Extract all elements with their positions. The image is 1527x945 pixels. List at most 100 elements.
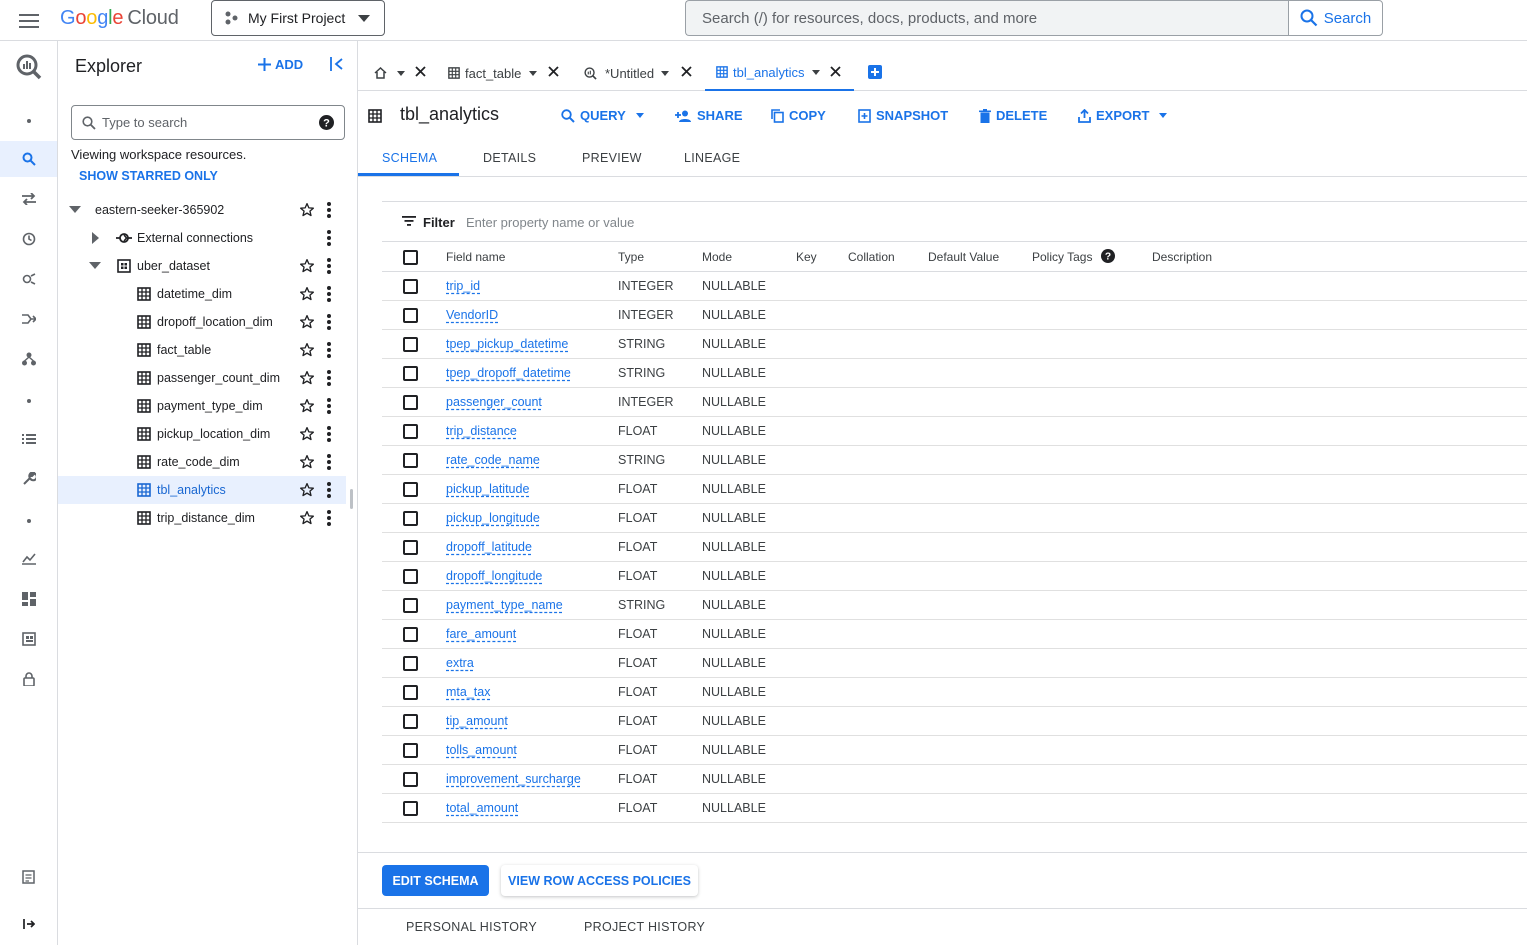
more-options-icon[interactable] [326, 201, 332, 219]
rail-capacity-icon[interactable] [0, 621, 57, 657]
view-row-access-policies-button[interactable]: VIEW ROW ACCESS POLICIES [501, 865, 698, 896]
row-checkbox[interactable] [403, 685, 418, 700]
tab-personal-history[interactable]: PERSONAL HISTORY [406, 920, 537, 934]
rail-dashboard-icon[interactable] [0, 581, 57, 617]
new-tab-icon[interactable] [868, 65, 882, 79]
show-starred-only-button[interactable]: SHOW STARRED ONLY [79, 169, 218, 183]
tree-table-item[interactable]: fact_table [58, 336, 346, 364]
more-options-icon[interactable] [326, 229, 332, 247]
query-button[interactable]: QUERY [561, 108, 644, 123]
col-type[interactable]: Type [618, 250, 644, 264]
more-options-icon[interactable] [326, 509, 332, 527]
tab-details[interactable]: DETAILS [483, 151, 536, 165]
tree-table-item[interactable]: pickup_location_dim [58, 420, 346, 448]
star-icon[interactable] [299, 370, 315, 386]
more-options-icon[interactable] [326, 481, 332, 499]
star-icon[interactable] [299, 342, 315, 358]
field-name-link[interactable]: pickup_longitude [446, 511, 540, 525]
tree-table-item[interactable]: payment_type_dim [58, 392, 346, 420]
row-checkbox[interactable] [403, 801, 418, 816]
rail-analytics-hub-icon[interactable] [0, 261, 57, 297]
more-options-icon[interactable] [326, 285, 332, 303]
close-tab-icon[interactable] [681, 66, 692, 77]
col-field-name[interactable]: Field name [446, 250, 505, 264]
row-checkbox[interactable] [403, 714, 418, 729]
col-mode[interactable]: Mode [702, 250, 732, 264]
more-options-icon[interactable] [326, 341, 332, 359]
col-default-value[interactable]: Default Value [928, 250, 999, 264]
field-name-link[interactable]: trip_id [446, 279, 480, 293]
row-checkbox[interactable] [403, 279, 418, 294]
edit-schema-button[interactable]: EDIT SCHEMA [382, 865, 489, 896]
share-button[interactable]: SHARE [675, 108, 743, 123]
copy-button[interactable]: COPY [771, 108, 826, 123]
close-tab-icon[interactable] [548, 66, 559, 77]
more-options-icon[interactable] [326, 425, 332, 443]
more-options-icon[interactable] [326, 313, 332, 331]
rail-monitoring-icon[interactable] [0, 541, 57, 577]
col-collation[interactable]: Collation [848, 250, 895, 264]
tree-table-item[interactable]: dropoff_location_dim [58, 308, 346, 336]
field-name-link[interactable]: extra [446, 656, 474, 670]
expanded-arrow-icon[interactable] [89, 262, 101, 269]
row-checkbox[interactable] [403, 308, 418, 323]
star-icon[interactable] [299, 202, 315, 218]
select-all-checkbox[interactable] [403, 250, 418, 265]
help-icon[interactable]: ? [319, 115, 334, 130]
tree-project-node[interactable]: eastern-seeker-365902 [58, 196, 346, 224]
row-checkbox[interactable] [403, 395, 418, 410]
star-icon[interactable] [299, 510, 315, 526]
collapsed-arrow-icon[interactable] [92, 232, 99, 244]
rail-search-icon[interactable] [0, 141, 57, 177]
row-checkbox[interactable] [403, 337, 418, 352]
col-description[interactable]: Description [1152, 250, 1212, 264]
row-checkbox[interactable] [403, 366, 418, 381]
row-checkbox[interactable] [403, 424, 418, 439]
add-button[interactable]: ADD [258, 57, 303, 72]
field-name-link[interactable]: tpep_pickup_datetime [446, 337, 568, 351]
row-checkbox[interactable] [403, 569, 418, 584]
tab-untitled-query[interactable]: *Untitled [584, 55, 696, 91]
row-checkbox[interactable] [403, 453, 418, 468]
tab-fact-table[interactable]: fact_table [448, 55, 564, 91]
tab-schema[interactable]: SCHEMA [382, 151, 437, 165]
star-icon[interactable] [299, 454, 315, 470]
more-options-icon[interactable] [326, 257, 332, 275]
col-key[interactable]: Key [796, 250, 817, 264]
panel-resize-handle[interactable] [350, 489, 353, 509]
col-policy-tags[interactable]: Policy Tags [1032, 250, 1092, 264]
field-name-link[interactable]: tolls_amount [446, 743, 517, 757]
snapshot-button[interactable]: SNAPSHOT [858, 108, 948, 123]
field-name-link[interactable]: passenger_count [446, 395, 542, 409]
tab-home[interactable] [372, 55, 434, 91]
bigquery-logo-icon[interactable] [0, 49, 57, 85]
more-options-icon[interactable] [326, 369, 332, 387]
field-name-link[interactable]: payment_type_name [446, 598, 563, 612]
tree-table-item[interactable]: passenger_count_dim [58, 364, 346, 392]
menu-icon[interactable] [14, 6, 44, 36]
field-name-link[interactable]: trip_distance [446, 424, 517, 438]
filter-input[interactable]: Enter property name or value [466, 215, 634, 230]
search-button[interactable]: Search [1288, 0, 1383, 36]
field-name-link[interactable]: rate_code_name [446, 453, 540, 467]
export-button[interactable]: EXPORT [1078, 108, 1168, 123]
more-options-icon[interactable] [326, 397, 332, 415]
tree-table-item[interactable]: rate_code_dim [58, 448, 346, 476]
close-tab-icon[interactable] [830, 66, 841, 77]
field-name-link[interactable]: fare_amount [446, 627, 516, 641]
expanded-arrow-icon[interactable] [69, 206, 81, 213]
rail-release-notes-icon[interactable] [0, 859, 57, 895]
tab-preview[interactable]: PREVIEW [582, 151, 642, 165]
field-name-link[interactable]: tpep_dropoff_datetime [446, 366, 571, 380]
star-icon[interactable] [299, 482, 315, 498]
field-name-link[interactable]: dropoff_latitude [446, 540, 532, 554]
rail-list-icon[interactable] [0, 421, 57, 457]
star-icon[interactable] [299, 258, 315, 274]
rail-lock-icon[interactable] [0, 661, 57, 697]
star-icon[interactable] [299, 398, 315, 414]
tree-table-item-selected[interactable]: tbl_analytics [58, 476, 346, 504]
row-checkbox[interactable] [403, 743, 418, 758]
tree-table-item[interactable]: trip_distance_dim [58, 504, 346, 532]
global-search-input[interactable]: Search (/) for resources, docs, products… [685, 0, 1289, 36]
tab-lineage[interactable]: LINEAGE [684, 151, 740, 165]
